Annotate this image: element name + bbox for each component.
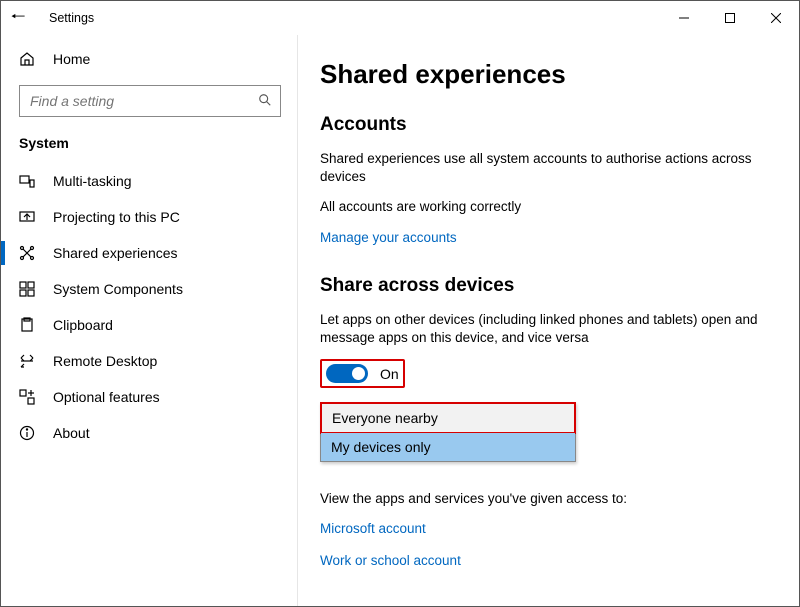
system-components-icon (19, 281, 35, 297)
clipboard-icon (19, 317, 35, 333)
search-input-wrap[interactable] (19, 85, 281, 117)
remote-desktop-icon (19, 353, 35, 369)
search-icon (258, 93, 272, 110)
sidebar-item-about[interactable]: About (1, 415, 297, 451)
sidebar-item-label: Projecting to this PC (53, 209, 180, 225)
back-button[interactable]: 🠐 (1, 4, 35, 33)
projecting-icon (19, 209, 35, 225)
about-icon (19, 425, 35, 441)
accounts-heading: Accounts (320, 114, 769, 136)
share-dropdown[interactable]: Everyone nearby My devices only (320, 402, 576, 462)
multitasking-icon (19, 173, 35, 189)
work-school-account-link[interactable]: Work or school account (320, 553, 461, 568)
sidebar-item-shared-experiences[interactable]: Shared experiences (1, 235, 297, 271)
optional-features-icon (19, 389, 35, 405)
share-heading: Share across devices (320, 275, 769, 297)
nav-home-label: Home (53, 51, 90, 67)
manage-accounts-link[interactable]: Manage your accounts (320, 230, 457, 245)
sidebar-item-label: Optional features (53, 389, 160, 405)
home-icon (19, 51, 35, 67)
page-title: Shared experiences (320, 59, 769, 90)
sidebar-item-label: Remote Desktop (53, 353, 157, 369)
share-toggle[interactable] (326, 364, 368, 383)
maximize-button[interactable] (707, 1, 753, 35)
sidebar-item-remote-desktop[interactable]: Remote Desktop (1, 343, 297, 379)
toggle-highlight: On (320, 359, 405, 388)
close-button[interactable] (753, 1, 799, 35)
share-desc: Let apps on other devices (including lin… (320, 311, 769, 347)
sidebar-item-optional-features[interactable]: Optional features (1, 379, 297, 415)
sidebar-item-label: About (53, 425, 90, 441)
sidebar-category: System (1, 135, 297, 163)
search-input[interactable] (28, 92, 258, 110)
accounts-status: All accounts are working correctly (320, 198, 769, 216)
minimize-button[interactable] (661, 1, 707, 35)
dropdown-highlight: Everyone nearby (320, 402, 576, 434)
microsoft-account-link[interactable]: Microsoft account (320, 521, 426, 536)
window-title: Settings (49, 11, 94, 25)
nav-home[interactable]: Home (1, 43, 297, 75)
share-toggle-label: On (380, 366, 399, 382)
shared-experiences-icon (19, 245, 35, 261)
sidebar-item-label: System Components (53, 281, 183, 297)
sidebar-item-label: Clipboard (53, 317, 113, 333)
sidebar-item-system-components[interactable]: System Components (1, 271, 297, 307)
sidebar-item-label: Multi-tasking (53, 173, 132, 189)
dropdown-option-my-devices[interactable]: My devices only (321, 433, 575, 461)
sidebar-item-clipboard[interactable]: Clipboard (1, 307, 297, 343)
sidebar-item-label: Shared experiences (53, 245, 178, 261)
accounts-desc: Shared experiences use all system accoun… (320, 150, 769, 186)
sidebar-item-multi-tasking[interactable]: Multi-tasking (1, 163, 297, 199)
dropdown-option-everyone[interactable]: Everyone nearby (322, 404, 574, 432)
access-text: View the apps and services you've given … (320, 490, 769, 508)
sidebar-item-projecting[interactable]: Projecting to this PC (1, 199, 297, 235)
